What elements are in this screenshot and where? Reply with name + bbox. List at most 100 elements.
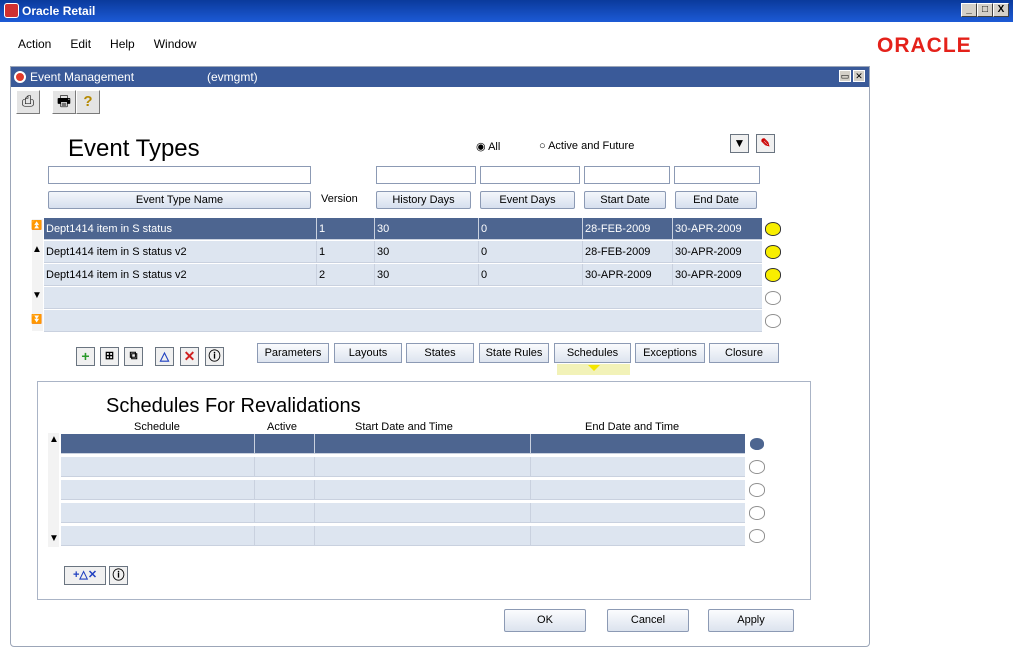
cell-history: 30	[374, 218, 478, 240]
table-row[interactable]: Dept1414 item in S status 1 30 0 28-FEB-…	[44, 218, 762, 240]
scroll-up-icon[interactable]: ▲	[49, 434, 59, 445]
col-event-days[interactable]: Event Days	[480, 191, 575, 209]
menu-help[interactable]: Help	[110, 37, 135, 51]
menu-window[interactable]: Window	[154, 37, 197, 51]
add-edit-delete-icon[interactable]: +△✕	[64, 566, 106, 585]
radio-empty-icon: ○	[539, 140, 549, 152]
scroll-down-icon[interactable]: ▼	[49, 533, 59, 544]
oracle-logo: ORACLE	[877, 34, 972, 57]
radio-selected-icon: ◉	[476, 141, 489, 153]
active-tab-indicator	[557, 364, 630, 375]
cell-name: Dept1414 item in S status v2	[46, 269, 187, 281]
cancel-button[interactable]: Cancel	[607, 609, 689, 632]
col-start-date[interactable]: Start Date	[584, 191, 666, 209]
menu-edit[interactable]: Edit	[70, 37, 91, 51]
col-end-date[interactable]: End Date	[675, 191, 757, 209]
inner-close-icon[interactable]: ✕	[853, 70, 865, 82]
schedule-row[interactable]	[61, 526, 745, 546]
tab-exceptions[interactable]: Exceptions	[635, 343, 705, 363]
comment-icon[interactable]	[749, 506, 765, 520]
cell-end: 30-APR-2009	[672, 241, 762, 263]
tab-states[interactable]: States	[406, 343, 474, 363]
apply-button[interactable]: Apply	[708, 609, 794, 632]
table-row-empty[interactable]	[44, 310, 762, 332]
comment-icon[interactable]	[749, 529, 765, 543]
name-filter-field[interactable]	[48, 166, 311, 184]
inner-title: Event Management	[30, 70, 135, 84]
comment-icon[interactable]	[765, 245, 781, 259]
schedule-row[interactable]	[61, 457, 745, 477]
menu-action[interactable]: Action	[18, 37, 51, 51]
copy-icon[interactable]: ⧉	[124, 347, 143, 366]
table-row[interactable]: Dept1414 item in S status v2 1 30 0 28-F…	[44, 241, 762, 263]
scroll-bottom-icon[interactable]: ⏬	[31, 314, 42, 325]
radio-active-label: Active and Future	[548, 140, 635, 152]
history-filter-field[interactable]	[376, 166, 476, 184]
comment-icon[interactable]	[765, 268, 781, 282]
cell-version: 1	[316, 241, 374, 263]
tab-closure[interactable]: Closure	[709, 343, 779, 363]
schedule-row[interactable]	[61, 503, 745, 523]
tab-schedules[interactable]: Schedules	[554, 343, 631, 363]
comment-icon[interactable]	[749, 437, 765, 451]
edit-icon[interactable]: △	[155, 347, 174, 366]
cell-history: 30	[374, 241, 478, 263]
tab-state-rules[interactable]: State Rules	[479, 343, 549, 363]
comment-icon[interactable]	[765, 291, 781, 305]
col-schedule: Schedule	[134, 421, 180, 433]
schedule-row[interactable]	[61, 434, 745, 454]
comment-icon[interactable]	[765, 314, 781, 328]
info-icon[interactable]: ⓘ	[205, 347, 224, 366]
cell-name: Dept1414 item in S status v2	[46, 246, 187, 258]
start-filter-field[interactable]	[584, 166, 670, 184]
comment-icon[interactable]	[765, 222, 781, 236]
comment-icon[interactable]	[749, 460, 765, 474]
radio-all[interactable]: ◉ All	[476, 140, 500, 153]
table-row[interactable]: Dept1414 item in S status v2 2 30 0 30-A…	[44, 264, 762, 286]
radio-active-future[interactable]: ○ Active and Future	[539, 140, 634, 152]
page-title: Event Types	[68, 135, 200, 162]
cell-event: 0	[478, 241, 582, 263]
info-icon[interactable]: ⓘ	[109, 566, 128, 585]
col-event-type-name[interactable]: Event Type Name	[48, 191, 311, 209]
menu-bar: Action Edit Help Window	[0, 37, 196, 57]
delete-icon[interactable]: ✕	[180, 347, 199, 366]
print-icon[interactable]: 🖶	[52, 90, 76, 114]
app-title: Oracle Retail	[22, 4, 96, 18]
table-row-empty[interactable]	[44, 287, 762, 309]
comment-icon[interactable]	[749, 483, 765, 497]
event-filter-field[interactable]	[480, 166, 580, 184]
help-icon[interactable]: ?	[76, 90, 100, 114]
close-button[interactable]: X	[993, 3, 1009, 17]
filter-icon[interactable]: ▼	[730, 134, 749, 153]
tab-parameters[interactable]: Parameters	[257, 343, 329, 363]
schedules-scrollbar[interactable]	[48, 433, 59, 547]
cell-event: 0	[478, 264, 582, 286]
cell-event: 0	[478, 218, 582, 240]
minimize-button[interactable]: _	[961, 3, 977, 17]
arrow-down-icon	[587, 365, 600, 371]
inner-title-bar: Event Management (evmgmt) ▭ ✕	[11, 67, 869, 87]
eraser-icon[interactable]: ✎	[756, 134, 775, 153]
ok-button[interactable]: OK	[504, 609, 586, 632]
col-active: Active	[267, 421, 297, 433]
col-end-datetime: End Date and Time	[585, 421, 680, 433]
scroll-up-icon[interactable]: ▲	[32, 244, 42, 255]
scroll-down-icon[interactable]: ▼	[32, 290, 42, 301]
end-filter-field[interactable]	[674, 166, 760, 184]
col-history-days[interactable]: History Days	[376, 191, 471, 209]
oracle-app-icon	[4, 3, 19, 18]
tab-layouts[interactable]: Layouts	[334, 343, 402, 363]
module-name: (evmgmt)	[207, 70, 258, 84]
restore-icon[interactable]: ▭	[839, 70, 851, 82]
add-icon[interactable]: +	[76, 347, 95, 366]
save-icon[interactable]: ⎙	[16, 90, 40, 114]
col-start-datetime: Start Date and Time	[355, 421, 453, 433]
add-child-icon[interactable]: ⊞	[100, 347, 119, 366]
col-version: Version	[321, 193, 358, 205]
app-title-bar: Oracle Retail _ □ X	[0, 0, 1013, 22]
cell-start: 30-APR-2009	[582, 264, 672, 286]
maximize-button[interactable]: □	[977, 3, 993, 17]
schedule-row[interactable]	[61, 480, 745, 500]
scroll-top-icon[interactable]: ⏫	[31, 220, 42, 231]
